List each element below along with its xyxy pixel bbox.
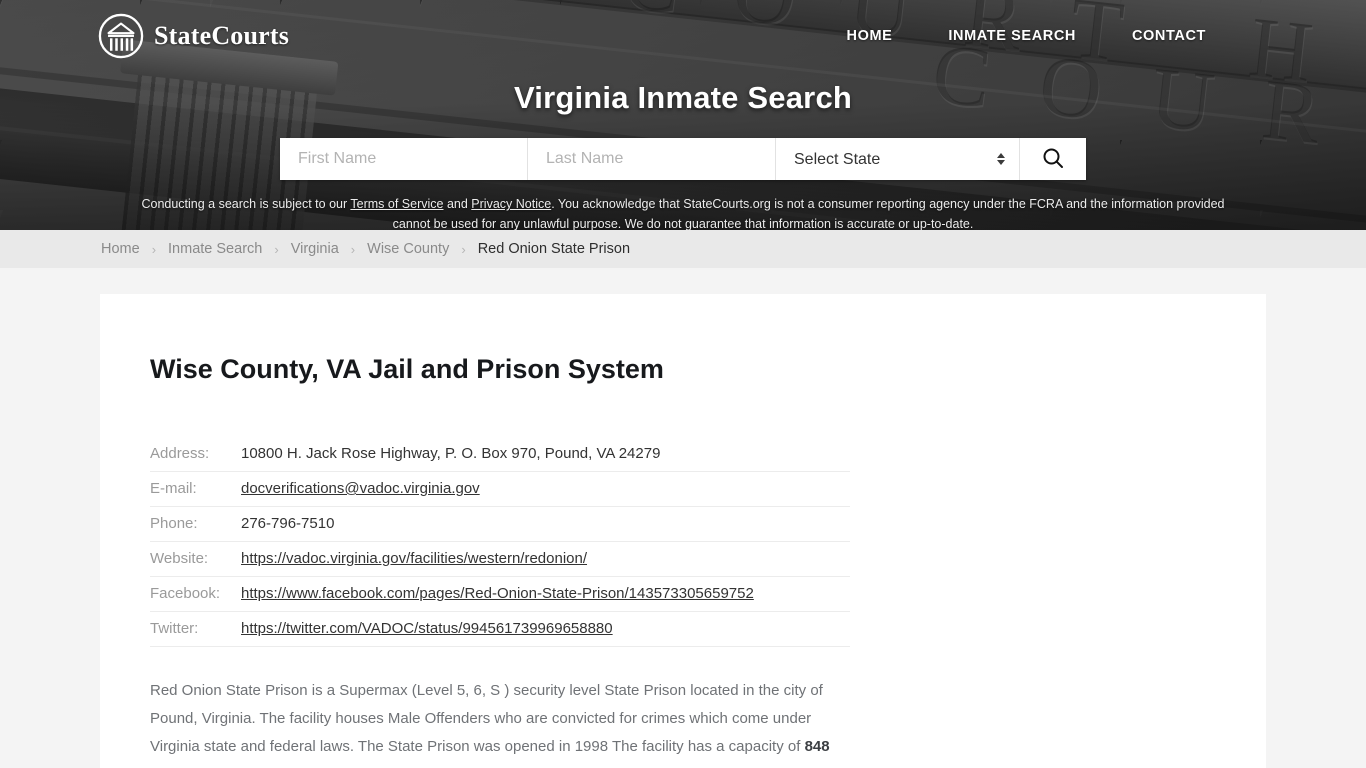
facility-info-table: Address: 10800 H. Jack Rose Highway, P. … xyxy=(150,437,850,647)
breadcrumb-item-virginia[interactable]: Virginia xyxy=(291,241,339,257)
first-name-input[interactable] xyxy=(280,138,528,180)
search-button[interactable] xyxy=(1020,138,1086,180)
row-label: Facebook: xyxy=(150,585,221,602)
row-value-phone: 276-796-7510 xyxy=(241,515,335,532)
row-value-email: docverifications@vadoc.virginia.gov xyxy=(240,472,850,507)
brand-logo-link[interactable]: StateCourts xyxy=(98,13,289,59)
breadcrumb-item-inmate-search[interactable]: Inmate Search xyxy=(168,241,262,257)
terms-of-service-link[interactable]: Terms of Service xyxy=(350,197,443,211)
disclaimer-part-2: and xyxy=(443,197,472,211)
row-value-website: https://vadoc.virginia.gov/facilities/we… xyxy=(240,542,850,577)
breadcrumb-separator: › xyxy=(461,241,466,257)
breadcrumb-item-wise-county[interactable]: Wise County xyxy=(367,241,449,257)
table-row-twitter: Twitter: https://twitter.com/VADOC/statu… xyxy=(150,612,850,647)
description-capacity-highlight: 848 xyxy=(804,738,830,755)
brand-name: StateCourts xyxy=(154,21,290,50)
facility-description: Red Onion State Prison is a Supermax (Le… xyxy=(150,677,850,768)
page-title: Wise County, VA Jail and Prison System xyxy=(150,354,664,384)
table-row-email: E-mail: docverifications@vadoc.virginia.… xyxy=(150,472,850,507)
row-label: Website: xyxy=(150,550,209,567)
website-link[interactable]: https://vadoc.virginia.gov/facilities/we… xyxy=(241,550,587,567)
hero-title: Virginia Inmate Search xyxy=(513,80,853,115)
facebook-link[interactable]: https://www.facebook.com/pages/Red-Onion… xyxy=(241,585,754,602)
nav-item-inmate-search[interactable]: INMATE SEARCH xyxy=(948,28,1076,44)
privacy-notice-link[interactable]: Privacy Notice xyxy=(471,197,551,211)
state-select-wrapper: Select State xyxy=(776,138,1020,180)
top-navigation-bar: StateCourts HOME INMATE SEARCH CONTACT xyxy=(0,0,1366,72)
magnifier-icon xyxy=(1041,146,1065,173)
table-row-phone: Phone: 276-796-7510 xyxy=(150,507,850,542)
disclaimer-part-1: Conducting a search is subject to our xyxy=(141,197,351,211)
breadcrumb-bar: Home › Inmate Search › Virginia › Wise C… xyxy=(0,230,1366,268)
breadcrumb: Home › Inmate Search › Virginia › Wise C… xyxy=(101,241,630,257)
row-value-twitter: https://twitter.com/VADOC/status/9945617… xyxy=(240,612,850,647)
last-name-input[interactable] xyxy=(528,138,776,180)
breadcrumb-separator: › xyxy=(151,241,157,257)
courthouse-circle-icon xyxy=(98,13,144,59)
search-disclaimer: Conducting a search is subject to our Te… xyxy=(133,194,1233,230)
nav-item-contact[interactable]: CONTACT xyxy=(1132,28,1206,44)
page-body: Wise County, VA Jail and Prison System A… xyxy=(0,268,1366,768)
row-value-facebook: https://www.facebook.com/pages/Red-Onion… xyxy=(240,577,850,612)
primary-nav: HOME INMATE SEARCH CONTACT xyxy=(847,28,1206,44)
hero-banner: COURT HOUSE COURT HOUSE xyxy=(0,0,1366,230)
row-label: E-mail: xyxy=(150,480,197,497)
twitter-link[interactable]: https://twitter.com/VADOC/status/9945617… xyxy=(241,620,613,637)
breadcrumb-item-current: Red Onion State Prison xyxy=(477,241,631,257)
nav-item-home[interactable]: HOME xyxy=(847,28,893,44)
breadcrumb-item-home[interactable]: Home xyxy=(101,241,140,257)
breadcrumb-separator: › xyxy=(350,241,356,257)
description-text-before: Red Onion State Prison is a Supermax (Le… xyxy=(150,682,823,755)
breadcrumb-separator: › xyxy=(274,241,279,257)
content-card: Wise County, VA Jail and Prison System A… xyxy=(100,294,1266,768)
row-label: Address: xyxy=(150,445,210,462)
table-row-facebook: Facebook: https://www.facebook.com/pages… xyxy=(150,577,850,612)
email-link[interactable]: docverifications@vadoc.virginia.gov xyxy=(241,480,480,497)
row-label: Twitter: xyxy=(150,620,199,637)
state-select[interactable]: Select State xyxy=(776,138,1019,180)
inmate-search-form: Select State xyxy=(280,138,1086,180)
table-row-website: Website: https://vadoc.virginia.gov/faci… xyxy=(150,542,850,577)
row-label: Phone: xyxy=(150,515,198,532)
row-value-address: 10800 H. Jack Rose Highway, P. O. Box 97… xyxy=(241,445,661,462)
table-row-address: Address: 10800 H. Jack Rose Highway, P. … xyxy=(150,437,850,472)
